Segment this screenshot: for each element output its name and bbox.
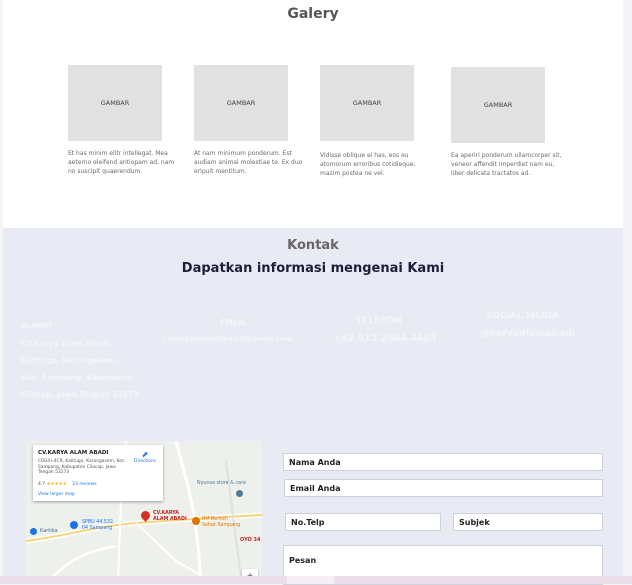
rating-stars: ★★★★★ bbox=[46, 482, 67, 487]
kartika-icon bbox=[30, 528, 37, 535]
map-info-card: CV.KARYA ALAM ABADI C6G4+4CR, Kalitugu, … bbox=[33, 445, 163, 501]
telepon-value[interactable]: +62 812 2944 4485 bbox=[333, 333, 437, 344]
telepon-label: TELEPON bbox=[356, 316, 402, 326]
pin-label-line: ALAM ABADI bbox=[153, 516, 187, 522]
email-value[interactable]: cvkaryaalamabadi10@gmail.com bbox=[163, 335, 292, 343]
kontak-subtitle: Dapatkan informasi mengenai Kami bbox=[181, 261, 445, 276]
spbu-label-line: 04 Sampang bbox=[82, 526, 113, 531]
kartika-poi: Kartika bbox=[40, 528, 58, 534]
map-address: C6G4+4CR, Kalitugu, Karangasem, Kec. Sam… bbox=[38, 459, 126, 475]
phone-input[interactable]: No.Telp bbox=[285, 513, 441, 531]
name-input[interactable]: Nama Anda bbox=[283, 453, 603, 471]
directions-button[interactable]: ⬈ Directions bbox=[131, 450, 159, 465]
social-label: SOCIAL MEDIA bbox=[486, 311, 559, 321]
restaurant-icon bbox=[192, 517, 200, 525]
reviews-link[interactable]: 23 reviews bbox=[72, 482, 96, 487]
gallery-image: GAMBAR bbox=[451, 67, 545, 143]
email-input[interactable]: Email Anda bbox=[284, 479, 603, 497]
gallery-item: GAMBAR At nam minimum ponderum. Est audi… bbox=[194, 65, 312, 176]
view-larger-map-link[interactable]: View larger map bbox=[38, 492, 75, 497]
alamat-line: CV.Karya Alam Abadi, bbox=[21, 339, 113, 348]
spbu-poi: SPBU 44.532. 04 Sampang bbox=[82, 520, 115, 532]
gallery-section: Galery GAMBAR Et has minim elitr intelle… bbox=[3, 0, 623, 228]
oyo-poi: OYO 34 bbox=[240, 537, 261, 543]
social-value[interactable]: @karyaalamabadi bbox=[480, 328, 575, 339]
gallery-caption: Et has minim elitr intellegat. Mea aeter… bbox=[68, 150, 175, 175]
gallery-item: GAMBAR Ea aperiri ponderum ullamcorper s… bbox=[451, 67, 569, 178]
directions-icon: ⬈ bbox=[141, 450, 149, 459]
kontak-section: Kontak Dapatkan informasi mengenai Kami … bbox=[3, 228, 623, 585]
rating-value: 4.7 bbox=[38, 482, 46, 487]
map-place-name: CV.KARYA ALAM ABADI bbox=[38, 450, 109, 456]
gallery-caption: At nam minimum ponderum. Est audiam anim… bbox=[194, 150, 303, 175]
gallery-caption: Vidisse oblique ei has, eos eu atomorum … bbox=[320, 152, 416, 177]
location-map[interactable]: CV.KARYA ALAM ABADI C6G4+4CR, Kalitugu, … bbox=[26, 441, 262, 584]
fuel-icon bbox=[70, 521, 78, 529]
store-poi: Nyunsa store & care bbox=[197, 481, 246, 486]
gallery-image: GAMBAR bbox=[68, 65, 162, 141]
alamat-line: Kec. Sampang, Kabupaten bbox=[21, 373, 133, 382]
gallery-item: GAMBAR Vidisse oblique ei has, eos eu at… bbox=[320, 65, 438, 178]
gallery-caption: Ea aperiri ponderum ullamcorper sit, ven… bbox=[451, 152, 562, 177]
store-icon bbox=[236, 490, 243, 497]
pin-label: CV.KARYA ALAM ABADI bbox=[153, 511, 187, 522]
restaurant-poi: RM Berkah Sehat Sampang bbox=[202, 517, 240, 529]
rm-label-line: Sehat Sampang bbox=[202, 523, 241, 528]
subject-input[interactable]: Subjek bbox=[453, 513, 603, 531]
gallery-item: GAMBAR Et has minim elitr intellegat. Me… bbox=[68, 65, 186, 176]
bottom-bar bbox=[0, 576, 632, 584]
gallery-image: GAMBAR bbox=[194, 65, 288, 141]
bottom-bar-highlight bbox=[287, 576, 334, 584]
gallery-title: Galery bbox=[287, 6, 339, 22]
map-rating: 4.7 ★★★★★ 23 reviews bbox=[38, 482, 97, 487]
alamat-line: Cilacap, Jawa Tengah 53273 bbox=[21, 390, 139, 399]
alamat-line: Kalitugu, Karangasem, bbox=[21, 356, 118, 365]
directions-label: Directions bbox=[134, 459, 156, 464]
kontak-title: Kontak bbox=[287, 238, 339, 253]
gallery-image: GAMBAR bbox=[320, 65, 414, 141]
